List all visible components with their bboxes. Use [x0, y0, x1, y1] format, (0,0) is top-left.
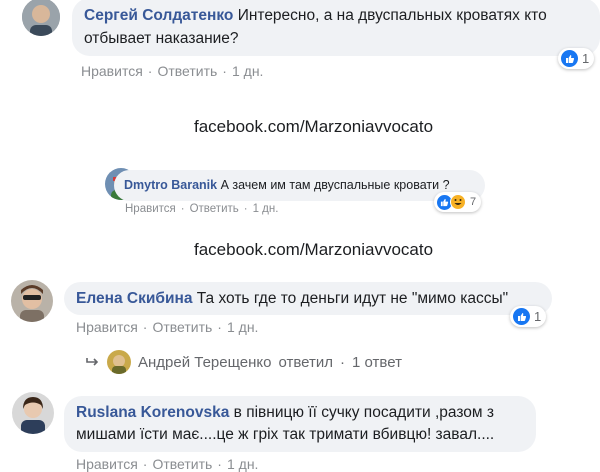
- comment-actions: Нравится · Ответить · 1 дн.: [125, 203, 278, 215]
- timestamp[interactable]: 1 дн.: [232, 63, 263, 79]
- comment-actions: Нравится · Ответить · 1 дн.: [76, 456, 258, 472]
- comment-text: Интересно, а на двуспальных кроватях кто: [237, 7, 547, 24]
- like-icon: [561, 50, 578, 67]
- reaction-count: 1: [582, 51, 590, 66]
- reply-author: Андрей Терещенко: [138, 353, 272, 371]
- reply-link[interactable]: Ответить: [157, 63, 217, 79]
- separator: ·: [222, 63, 227, 79]
- comment-bubble: Сергей Солдатенко Интересно, а на двуспа…: [72, 0, 600, 56]
- separator: ·: [142, 319, 148, 335]
- avatar[interactable]: [22, 0, 60, 36]
- avatar: [107, 350, 131, 374]
- view-replies-link[interactable]: Андрей Терещенко ответил · 1 ответ: [86, 350, 402, 374]
- separator: ·: [340, 353, 346, 371]
- comment-actions: Нравится · Ответить · 1 дн.: [81, 63, 263, 79]
- separator: ·: [142, 456, 148, 472]
- like-link[interactable]: Нравится: [76, 456, 138, 472]
- reaction-summary[interactable]: 1: [558, 48, 595, 69]
- comment-text: А зачем им там двуспальные кровати ?: [220, 178, 450, 192]
- timestamp[interactable]: 1 дн.: [227, 456, 258, 472]
- reply-count: 1 ответ: [352, 353, 402, 371]
- reaction-summary[interactable]: 1: [510, 306, 547, 327]
- separator: ·: [217, 456, 222, 472]
- like-link[interactable]: Нравится: [81, 63, 143, 79]
- like-link[interactable]: Нравится: [125, 203, 176, 215]
- separator: ·: [217, 319, 222, 335]
- reply-action: ответил: [278, 353, 334, 371]
- reply-arrow-icon: [86, 354, 100, 371]
- comment-bubble: Елена Скибина Та хоть где то деньги идут…: [64, 282, 552, 315]
- comment-text: отбывает наказание?: [84, 30, 239, 47]
- like-link[interactable]: Нравится: [76, 319, 138, 335]
- comment-actions: Нравится · Ответить · 1 дн.: [76, 319, 258, 335]
- reaction-summary[interactable]: 7: [434, 192, 482, 212]
- separator: ·: [180, 203, 185, 215]
- separator: ·: [147, 63, 153, 79]
- comment-text: мишами їсти має....це ж гріх так тримати…: [76, 426, 495, 443]
- like-icon: [513, 308, 530, 325]
- comment-bubble: Ruslana Korenovska в півницю її сучку по…: [64, 396, 536, 452]
- comment-author[interactable]: Сергей Солдатенко: [84, 7, 233, 24]
- separator: ·: [243, 203, 248, 215]
- comment-bubble: Dmytro Baranik А зачем им там двуспальны…: [114, 170, 485, 201]
- timestamp[interactable]: 1 дн.: [253, 203, 279, 215]
- comment-author[interactable]: Елена Скибина: [76, 290, 192, 307]
- avatar[interactable]: [11, 280, 53, 322]
- comment-author[interactable]: Dmytro Baranik: [124, 178, 217, 192]
- reply-link[interactable]: Ответить: [152, 456, 212, 472]
- reaction-count: 7: [470, 196, 477, 208]
- comment-author[interactable]: Ruslana Korenovska: [76, 404, 229, 421]
- reply-link[interactable]: Ответить: [190, 203, 239, 215]
- watermark-text: facebook.com/Marzoniavvocato: [194, 240, 434, 259]
- timestamp[interactable]: 1 дн.: [227, 319, 258, 335]
- haha-icon: [450, 194, 466, 210]
- comment-text: Та хоть где то деньги идут не "мимо касс…: [196, 290, 509, 307]
- avatar[interactable]: [12, 392, 54, 434]
- watermark-text: facebook.com/Marzoniavvocato: [194, 117, 434, 136]
- reaction-count: 1: [534, 309, 542, 324]
- comment-text: в півницю її сучку посадити ,разом з: [233, 404, 494, 421]
- reply-link[interactable]: Ответить: [152, 319, 212, 335]
